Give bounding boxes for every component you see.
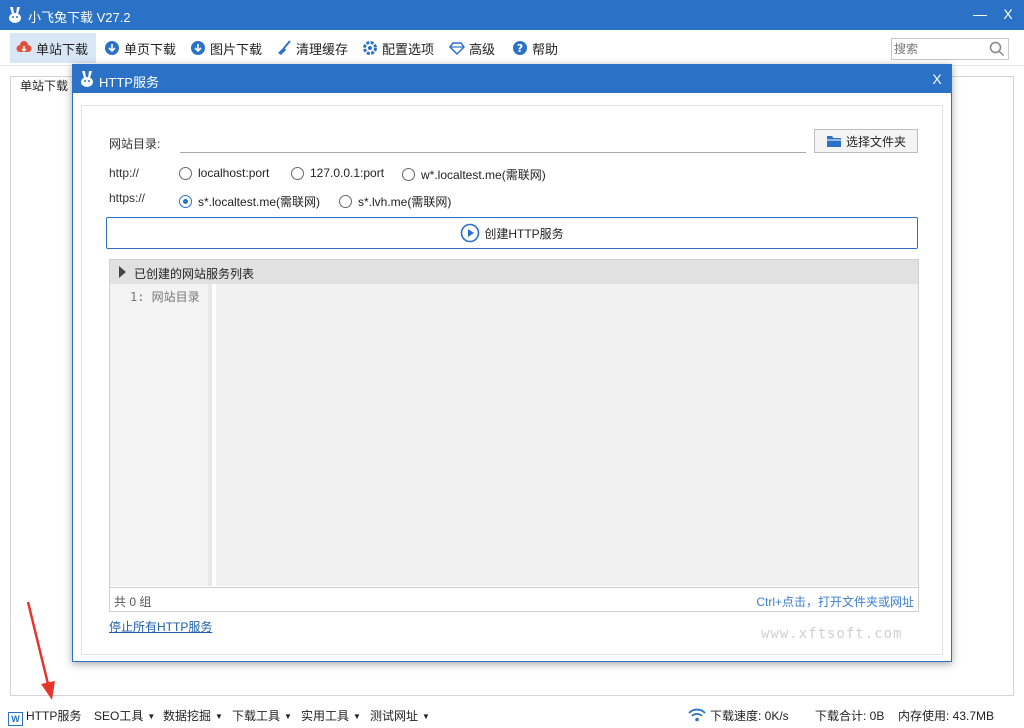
cloud-download-icon (16, 41, 32, 53)
dialog-title: HTTP服务 (99, 75, 159, 90)
radio-dot (179, 166, 192, 180)
tab-settings[interactable]: 配置选项 (356, 33, 440, 63)
radio-dot-selected (179, 195, 192, 208)
menu-seo-tools[interactable]: SEO工具 ▼ (94, 707, 155, 725)
svg-text:?: ? (517, 42, 523, 55)
toolbar-label: 配置选项 (382, 41, 435, 57)
wifi-icon (688, 708, 706, 722)
download-icon (105, 41, 119, 55)
menu-data-mining[interactable]: 数据挖掘 ▼ (163, 707, 223, 725)
radio-label: s*.localtest.me(需联网) (198, 195, 321, 209)
radio-label: w*.localtest.me(需联网) (421, 168, 546, 182)
tab-single-site-download[interactable]: 单站下载 (10, 33, 96, 63)
memory-usage: 内存使用: 43.7MB (898, 709, 995, 723)
rabbit-logo-icon (81, 71, 93, 87)
search-input[interactable] (894, 41, 988, 57)
menu-label: 实用工具 (301, 709, 350, 723)
broom-icon (278, 40, 291, 55)
https-label: https:// (109, 191, 146, 205)
help-icon: ? (513, 41, 527, 55)
stop-all-http-link[interactable]: 停止所有HTTP服务 (109, 618, 212, 635)
tab-advanced[interactable]: 高级 (443, 33, 501, 63)
menu-label: 下载工具 (232, 709, 281, 723)
tab-single-page-download[interactable]: 单页下载 (98, 33, 182, 63)
menu-label: 测试网址 (370, 709, 419, 723)
window-title: 小飞兔下载 V27.2 (28, 10, 131, 25)
diamond-icon (449, 42, 465, 56)
group-count: 共 0 组 (114, 595, 152, 609)
ctrl-click-hint: Ctrl+点击，打开文件夹或网址 (756, 595, 914, 609)
gutter-line-1: 1: 网站目录 (130, 290, 200, 304)
service-list-header[interactable]: 已创建的网站服务列表 (110, 260, 918, 284)
service-list-title: 已创建的网站服务列表 (134, 267, 255, 281)
radio-dot (402, 168, 415, 181)
menu-test-url[interactable]: 测试网址 ▼ (370, 707, 430, 725)
toolbar-label: 图片下载 (210, 41, 263, 57)
http-service-label: HTTP服务 (26, 709, 82, 723)
menu-download-tools[interactable]: 下载工具 ▼ (232, 707, 292, 725)
http-service-status-button[interactable]: W HTTP服务 (8, 707, 82, 726)
download-speed: 下载速度: 0K/s (710, 709, 789, 723)
watermark: www.xftsoft.com (761, 626, 903, 642)
radio-w-localtest[interactable]: w*.localtest.me(需联网) (402, 166, 546, 183)
site-dir-input[interactable] (180, 131, 806, 153)
toolbar: 单站下载 单页下载 图片下载 清理缓存 配置选项 高级 ? 帮助 (0, 30, 1024, 66)
service-list-panel: 已创建的网站服务列表 1: 网站目录 共 0 组 Ctrl+点击，打开文件夹或网… (109, 259, 919, 612)
image-download-icon (191, 41, 205, 55)
rabbit-logo-icon (9, 7, 21, 23)
close-button[interactable]: X (998, 4, 1018, 24)
radio-label: localhost:port (198, 166, 270, 180)
radio-dot (339, 195, 352, 208)
caret-down-icon: ▼ (353, 712, 361, 721)
expand-triangle-icon (119, 266, 126, 278)
toolbar-label: 高级 (469, 41, 496, 57)
menu-utility-tools[interactable]: 实用工具 ▼ (301, 707, 361, 725)
toolbar-label: 帮助 (532, 41, 559, 57)
folder-icon (826, 136, 841, 147)
tab-help[interactable]: ? 帮助 (506, 33, 564, 63)
download-total: 下载合计: 0B (815, 709, 885, 723)
tab-clear-cache[interactable]: 清理缓存 (270, 33, 354, 63)
gear-icon (363, 41, 377, 55)
radio-label: s*.lvh.me(需联网) (358, 195, 452, 209)
toolbar-label: 单站下载 (36, 41, 89, 57)
menu-label: SEO工具 (94, 709, 144, 723)
line-gutter (110, 284, 212, 586)
web-service-icon: W (8, 712, 23, 726)
caret-down-icon: ▼ (147, 712, 156, 721)
radio-label: 127.0.0.1:port (310, 166, 385, 180)
http-service-dialog: HTTP服务 X 网站目录: 选择文件夹 http:// localhost:p… (72, 64, 952, 662)
radio-dot (291, 166, 304, 180)
create-http-service-button[interactable]: 创建HTTP服务 (106, 217, 918, 249)
http-label: http:// (109, 166, 140, 180)
site-dir-label: 网站目录: (109, 137, 161, 151)
tab-image-download[interactable]: 图片下载 (184, 33, 268, 63)
radio-localhost-port[interactable]: localhost:port (179, 166, 269, 180)
toolbar-label: 清理缓存 (296, 41, 349, 57)
radio-s-localtest[interactable]: s*.localtest.me(需联网) (179, 193, 320, 210)
radio-s-lvh[interactable]: s*.lvh.me(需联网) (339, 193, 451, 210)
service-list-footer: 共 0 组 Ctrl+点击，打开文件夹或网址 (110, 587, 918, 611)
status-bar: W HTTP服务 SEO工具 ▼ 数据挖掘 ▼ 下载工具 ▼ 实用工具 ▼ 测试网址 ▼ 下… (0, 703, 1024, 728)
dialog-title-bar: HTTP服务 X (73, 65, 951, 93)
toolbar-label: 单页下载 (124, 41, 177, 57)
red-arrow-annotation (26, 601, 55, 700)
caret-down-icon: ▼ (284, 712, 292, 721)
create-button-label: 创建HTTP服务 (484, 226, 564, 241)
caret-down-icon: ▼ (215, 712, 223, 721)
minimize-button[interactable]: — (970, 4, 990, 24)
play-circle-icon (461, 223, 480, 243)
search-icon[interactable] (989, 41, 1005, 57)
caret-down-icon: ▼ (422, 712, 430, 721)
main-panel-title: 单站下载 (20, 79, 69, 93)
radio-127-port[interactable]: 127.0.0.1:port (291, 166, 384, 180)
choose-folder-label: 选择文件夹 (845, 134, 906, 149)
dialog-close-button[interactable]: X (927, 69, 947, 89)
title-bar: 小飞兔下载 V27.2 — X (0, 0, 1024, 30)
choose-folder-button[interactable]: 选择文件夹 (814, 129, 918, 153)
search-box (891, 38, 1009, 60)
menu-label: 数据挖掘 (163, 709, 212, 723)
service-list-editor[interactable] (216, 284, 918, 586)
